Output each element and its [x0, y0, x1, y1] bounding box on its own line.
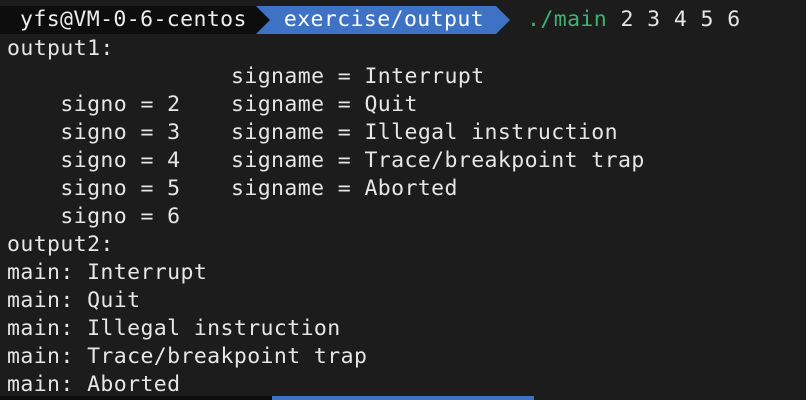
output1-row: signo = 5 signame = Trace/breakpoint tra…: [7, 147, 644, 201]
prompt-current-path: exercise/output: [269, 6, 497, 34]
command-text: ./main: [527, 7, 608, 32]
shell-prompt: yfs@VM-0-6-centos exercise/output ./main…: [0, 6, 741, 34]
next-prompt-path-segment: [272, 396, 534, 400]
signame-text: signame = Illegal instruction: [231, 120, 618, 145]
prompt-user-host: yfs@VM-0-6-centos: [0, 6, 256, 34]
signame-text: signame = Trace/breakpoint trap: [231, 148, 645, 173]
output1-row: signo = 3 signame = Quit: [7, 91, 417, 145]
output2-line: main: Aborted: [7, 372, 181, 397]
prompt-separator-arrow: [255, 6, 270, 34]
terminal-window[interactable]: yfs@VM-0-6-centos exercise/output ./main…: [0, 0, 806, 400]
prompt-end-arrow: [496, 6, 511, 34]
output1-row: signo = 6 signame = Aborted: [7, 175, 457, 229]
output2-line: main: Interrupt: [7, 260, 208, 285]
next-prompt-partial: [0, 396, 806, 400]
next-prompt-user-segment: [0, 396, 272, 400]
output1-row: signo = 2 signame = Interrupt: [7, 63, 484, 117]
output2-line: main: Illegal instruction: [7, 316, 341, 341]
signame-text: signame = Aborted: [231, 176, 458, 201]
signame-text: signame = Quit: [231, 92, 418, 117]
output1-heading: output1:: [7, 36, 114, 61]
signo-text: signo = 6: [60, 204, 181, 229]
signame-text: signame = Interrupt: [231, 64, 485, 89]
output2-line: main: Quit: [7, 288, 141, 313]
output1-row: signo = 4 signame = Illegal instruction: [7, 119, 617, 173]
output2-heading: output2:: [7, 232, 114, 257]
command-args: 2 3 4 5 6: [607, 7, 741, 32]
output2-line: main: Trace/breakpoint trap: [7, 344, 368, 369]
